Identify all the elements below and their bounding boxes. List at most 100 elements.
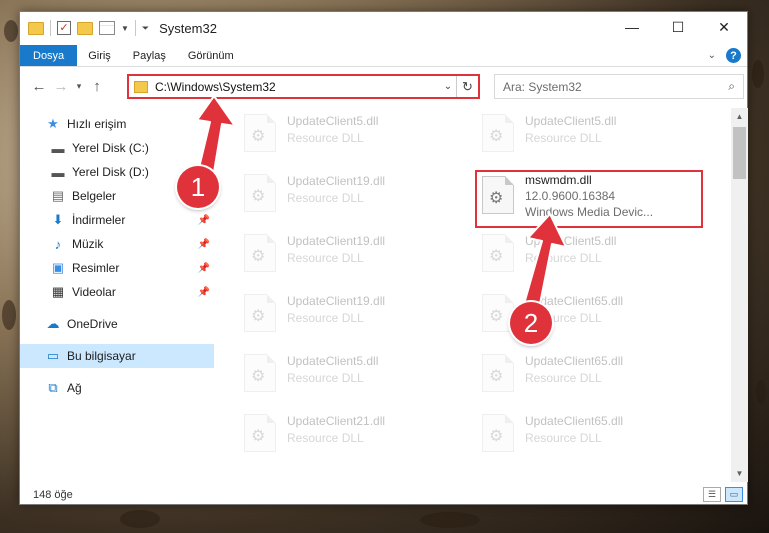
tab-view[interactable]: Görünüm — [177, 45, 245, 66]
nav-item-pictures[interactable]: ▣ Resimler 📌 — [20, 256, 214, 280]
maximize-button[interactable]: ☐ — [655, 12, 701, 42]
forward-arrow-icon[interactable]: → — [50, 78, 72, 95]
star-icon: ★ — [47, 116, 59, 131]
file-item[interactable]: ⚙ UpdateClient5.dll Resource DLL — [244, 110, 474, 160]
nav-item-network[interactable]: ⧉ Ağ — [20, 376, 214, 400]
help-icon[interactable]: ? — [726, 48, 741, 63]
nav-item-label: Belgeler — [72, 189, 117, 203]
properties-check-icon[interactable]: ✓ — [57, 21, 71, 35]
nav-item-onedrive[interactable]: ☁ OneDrive — [20, 312, 214, 336]
new-folder-icon[interactable] — [77, 21, 93, 35]
file-type: Resource DLL — [287, 131, 364, 145]
file-item[interactable]: ⚙ UpdateClient65.dll Resource DLL — [482, 350, 712, 400]
background-spot — [756, 380, 766, 404]
file-name: UpdateClient21.dll — [287, 414, 386, 428]
background-spot — [4, 20, 18, 42]
nav-item-videos[interactable]: ▦ Videolar 📌 — [20, 280, 214, 304]
documents-icon: ▤ — [51, 188, 65, 203]
nav-item-label: Videolar — [72, 285, 116, 299]
toolbar-divider — [50, 20, 51, 36]
background-spot — [752, 60, 764, 88]
drive-icon: ▬ — [51, 140, 65, 156]
file-name: UpdateClient5.dll — [525, 114, 617, 128]
pin-icon[interactable]: 📌 — [198, 263, 210, 274]
pin-icon[interactable]: 📌 — [198, 215, 210, 226]
file-type: Resource DLL — [287, 191, 364, 205]
tiles-view-icon[interactable]: ▭ — [725, 487, 743, 502]
nav-item-downloads[interactable]: ⬇ İndirmeler 📌 — [20, 208, 214, 232]
file-item[interactable]: ⚙ UpdateClient19.dll Resource DLL — [244, 170, 474, 220]
item-count: 148 öğe — [33, 489, 73, 501]
nav-item-label: Ağ — [67, 381, 82, 395]
status-bar: 148 öğe ☰ ▭ — [20, 485, 747, 505]
file-type: Resource DLL — [287, 371, 364, 385]
search-placeholder: Ara: System32 — [503, 79, 582, 94]
file-item[interactable]: ⚙ UpdateClient21.dll Resource DLL — [244, 410, 474, 460]
file-highlight-box — [475, 170, 703, 228]
file-item[interactable]: ⚙ UpdateClient5.dll Resource DLL — [482, 230, 712, 280]
nav-item-drive-c[interactable]: ▬ Yerel Disk (C:) — [20, 136, 214, 160]
up-arrow-icon[interactable]: ↑ — [86, 78, 108, 95]
tab-share[interactable]: Paylaş — [122, 45, 177, 66]
file-type: Resource DLL — [525, 371, 602, 385]
customize-toolbar-icon[interactable]: ⏷ — [142, 23, 149, 34]
tab-file[interactable]: Dosya — [20, 45, 78, 66]
pictures-icon: ▣ — [51, 260, 65, 275]
nav-item-label: Hızlı erişim — [67, 117, 127, 131]
music-icon: ♪ — [54, 236, 62, 252]
details-view-icon[interactable]: ☰ — [703, 487, 721, 502]
file-item[interactable]: ⚙ UpdateClient65.dll Resource DLL — [482, 410, 712, 460]
close-button[interactable]: ✕ — [701, 12, 747, 42]
chevron-down-icon[interactable]: ▼ — [121, 24, 129, 33]
file-item[interactable]: ⚙ UpdateClient5.dll Resource DLL — [482, 110, 712, 160]
file-name: UpdateClient19.dll — [287, 294, 386, 308]
scroll-up-icon[interactable]: ▲ — [731, 108, 748, 125]
scroll-down-icon[interactable]: ▼ — [731, 465, 748, 482]
file-item[interactable]: ⚙ UpdateClient5.dll Resource DLL — [244, 350, 474, 400]
recent-locations-icon[interactable]: ▾ — [72, 81, 86, 92]
vertical-scrollbar[interactable]: ▲ ▼ — [731, 108, 748, 482]
search-icon[interactable]: ⌕ — [728, 79, 735, 94]
file-type: Resource DLL — [287, 431, 364, 445]
dll-file-icon: ⚙ — [482, 354, 514, 392]
minimize-button[interactable]: — — [609, 12, 655, 42]
chevron-down-icon[interactable]: ⌄ — [440, 81, 456, 92]
ribbon-right: ⌄ ? — [708, 45, 747, 66]
nav-item-this-pc[interactable]: ▭ Bu bilgisayar — [20, 344, 214, 368]
address-path[interactable]: C:\Windows\System32 — [155, 80, 440, 94]
scroll-thumb[interactable] — [733, 127, 746, 179]
folder-icon — [134, 80, 148, 93]
dll-file-icon: ⚙ — [244, 354, 276, 392]
navigation-pane: ★ Hızlı erişim ▬ Yerel Disk (C:) ▬ Yerel… — [20, 108, 214, 482]
file-name: UpdateClient65.dll — [525, 414, 624, 428]
nav-item-quick-access[interactable]: ★ Hızlı erişim — [20, 112, 214, 136]
download-icon: ⬇ — [52, 212, 64, 227]
search-input[interactable]: Ara: System32 ⌕ — [494, 74, 744, 99]
tab-home[interactable]: Giriş — [77, 45, 122, 66]
dll-file-icon: ⚙ — [244, 174, 276, 212]
pin-icon[interactable]: 📌 — [198, 287, 210, 298]
background-spot — [120, 510, 160, 528]
file-item[interactable]: ⚙ UpdateClient19.dll Resource DLL — [244, 290, 474, 340]
properties-icon[interactable] — [99, 21, 115, 35]
nav-item-label: Müzik — [72, 237, 104, 251]
nav-item-label: Yerel Disk (D:) — [72, 165, 149, 179]
title-bar: ✓ ▼ ⏷ System32 — ☐ ✕ — [20, 12, 747, 44]
nav-item-music[interactable]: ♪ Müzik 📌 — [20, 232, 214, 256]
pin-icon[interactable]: 📌 — [198, 239, 210, 250]
address-bar[interactable]: C:\Windows\System32 ⌄ ↻ — [127, 74, 480, 99]
ribbon-tabs: Dosya Giriş Paylaş Görünüm ⌄ ? — [20, 45, 747, 67]
refresh-icon[interactable]: ↻ — [456, 76, 478, 97]
back-arrow-icon[interactable]: ← — [28, 78, 50, 95]
dll-file-icon: ⚙ — [482, 234, 514, 272]
expand-ribbon-icon[interactable]: ⌄ — [708, 50, 716, 61]
dll-file-icon: ⚙ — [244, 414, 276, 452]
file-name: UpdateClient65.dll — [525, 354, 624, 368]
nav-item-label: İndirmeler — [72, 213, 126, 227]
dll-file-icon: ⚙ — [482, 114, 514, 152]
explorer-window: ✓ ▼ ⏷ System32 — ☐ ✕ Dosya Giriş Paylaş … — [19, 11, 748, 505]
file-item[interactable]: ⚙ UpdateClient19.dll Resource DLL — [244, 230, 474, 280]
file-type: Resource DLL — [525, 431, 602, 445]
background-spot — [2, 300, 16, 330]
file-type: Resource DLL — [287, 311, 364, 325]
